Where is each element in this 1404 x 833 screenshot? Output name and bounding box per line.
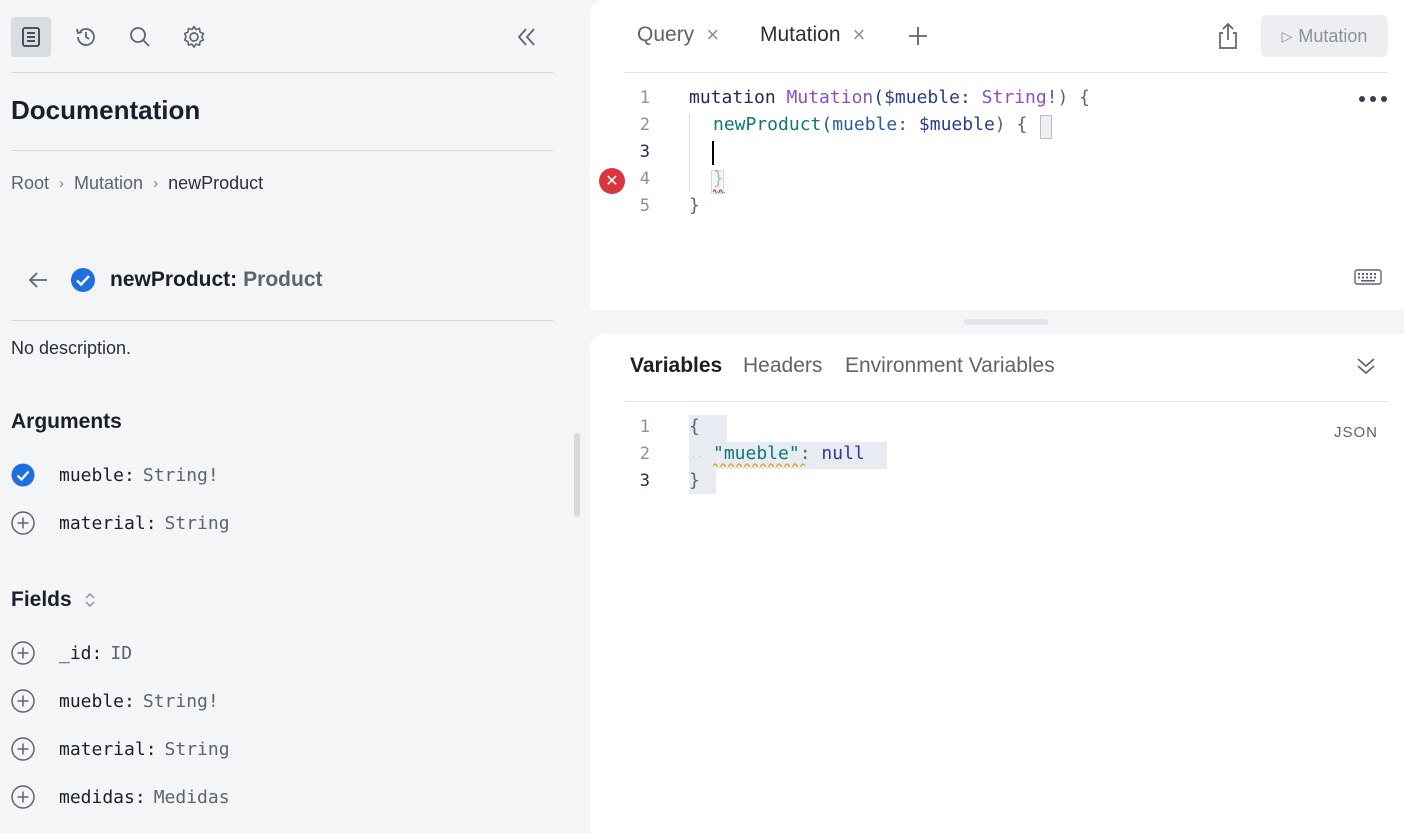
settings-icon[interactable] <box>174 17 214 57</box>
line-number: 5 <box>639 196 650 216</box>
line-number: 3 <box>639 471 650 491</box>
field-row[interactable]: medidas: Medidas <box>11 783 230 811</box>
line-number: 1 <box>639 417 650 437</box>
field-name: _id: <box>59 642 103 664</box>
field-type[interactable]: String <box>165 739 230 760</box>
field-row[interactable]: _id: ID <box>11 639 132 667</box>
text-cursor <box>712 141 714 165</box>
divider <box>625 72 1388 73</box>
argument-row[interactable]: material: String <box>11 509 230 537</box>
divider <box>625 401 1388 402</box>
divider <box>11 320 553 321</box>
resize-handle[interactable] <box>964 319 1048 325</box>
back-arrow-icon[interactable] <box>26 268 50 292</box>
tab-headers[interactable]: Headers <box>743 354 822 378</box>
add-tab-icon[interactable] <box>907 25 929 47</box>
argument-name: material: <box>59 512 157 534</box>
field-name: newProduct: <box>110 268 238 291</box>
argument-name: mueble: <box>59 464 135 486</box>
chevron-right-icon: › <box>153 175 159 192</box>
field-name: medidas: <box>59 786 146 808</box>
field-type[interactable]: Medidas <box>154 787 230 808</box>
fields-heading: Fields <box>11 588 96 612</box>
json-mode-label: JSON <box>1334 424 1379 441</box>
warning-squiggle <box>713 462 805 467</box>
add-circle-icon[interactable] <box>11 511 35 535</box>
add-circle-icon[interactable] <box>11 689 35 713</box>
line-number: 2 <box>639 115 650 135</box>
line-number: 2 <box>639 444 650 464</box>
divider <box>11 72 553 73</box>
tab-label: Mutation <box>760 23 841 46</box>
argument-type[interactable]: String! <box>143 465 219 486</box>
field-row[interactable]: mueble: String! <box>11 687 219 715</box>
code-line-5[interactable]: } <box>689 195 700 216</box>
line-number: 3 <box>639 142 650 162</box>
more-options-icon[interactable] <box>1358 94 1388 104</box>
add-circle-icon[interactable] <box>11 737 35 761</box>
tab-query[interactable]: Query × <box>637 22 719 48</box>
json-line-3[interactable]: } <box>689 470 700 491</box>
bracket-match-highlight <box>1040 115 1052 139</box>
share-icon[interactable] <box>1216 22 1240 50</box>
tab-mutation[interactable]: Mutation × <box>760 22 865 48</box>
json-line-1[interactable]: { <box>689 416 700 437</box>
field-name: mueble: <box>59 690 135 712</box>
history-icon[interactable] <box>66 17 106 57</box>
field-type[interactable]: String! <box>143 691 219 712</box>
arguments-heading: Arguments <box>11 410 122 433</box>
chevron-right-icon: › <box>59 175 65 192</box>
sidebar-scrollbar[interactable] <box>574 433 580 517</box>
error-squiggle <box>713 188 725 193</box>
tab-label: Query <box>637 23 695 46</box>
whitespace-dots: · · <box>692 451 702 462</box>
docs-icon[interactable] <box>11 17 51 57</box>
indent-guide <box>689 114 690 192</box>
collapse-panel-icon[interactable] <box>506 17 546 57</box>
breadcrumb: Root › Mutation › newProduct <box>11 173 263 194</box>
breadcrumb-mutation[interactable]: Mutation <box>74 173 143 194</box>
field-name: material: <box>59 738 157 760</box>
sort-toggle-icon[interactable] <box>84 592 96 608</box>
field-type-link[interactable]: Product <box>243 268 322 292</box>
documentation-sidebar: Documentation Root › Mutation › newProdu… <box>0 0 590 833</box>
argument-type[interactable]: String <box>165 513 230 534</box>
line-number: 4 <box>639 169 650 189</box>
chevron-down-icon[interactable] <box>1355 356 1377 376</box>
field-description: No description. <box>11 338 132 358</box>
divider <box>11 150 553 151</box>
variables-panel <box>590 334 1404 833</box>
search-icon[interactable] <box>120 17 160 57</box>
close-icon[interactable]: × <box>706 22 719 48</box>
add-circle-icon[interactable] <box>11 641 35 665</box>
breadcrumb-current: newProduct <box>168 173 264 193</box>
add-circle-icon[interactable] <box>11 785 35 809</box>
keyboard-shortcuts-icon[interactable] <box>1354 269 1382 285</box>
fields-title: Fields <box>11 588 72 611</box>
breadcrumb-root[interactable]: Root <box>11 173 49 194</box>
page-title: Documentation <box>11 95 201 125</box>
tab-variables[interactable]: Variables <box>630 354 722 378</box>
check-circle-icon[interactable] <box>11 463 35 487</box>
check-circle-icon[interactable] <box>70 267 96 293</box>
field-type[interactable]: ID <box>110 643 132 664</box>
line-number: 1 <box>639 88 650 108</box>
close-icon[interactable]: × <box>853 22 866 48</box>
field-row[interactable]: material: String <box>11 735 230 763</box>
tab-environment-variables[interactable]: Environment Variables <box>845 354 1055 378</box>
field-header: newProduct: Product <box>26 264 323 296</box>
code-line-2[interactable]: newProduct(mueble: $mueble) { <box>713 114 1027 135</box>
json-line-2[interactable]: "mueble": null <box>713 443 865 464</box>
argument-row[interactable]: mueble: String! <box>11 461 219 489</box>
run-button-label: Mutation <box>1298 25 1368 46</box>
code-line-1[interactable]: mutation Mutation($mueble: String!) { <box>689 87 1090 108</box>
run-mutation-button[interactable]: ▷ Mutation <box>1261 15 1388 57</box>
play-icon: ▷ <box>1281 27 1293 44</box>
